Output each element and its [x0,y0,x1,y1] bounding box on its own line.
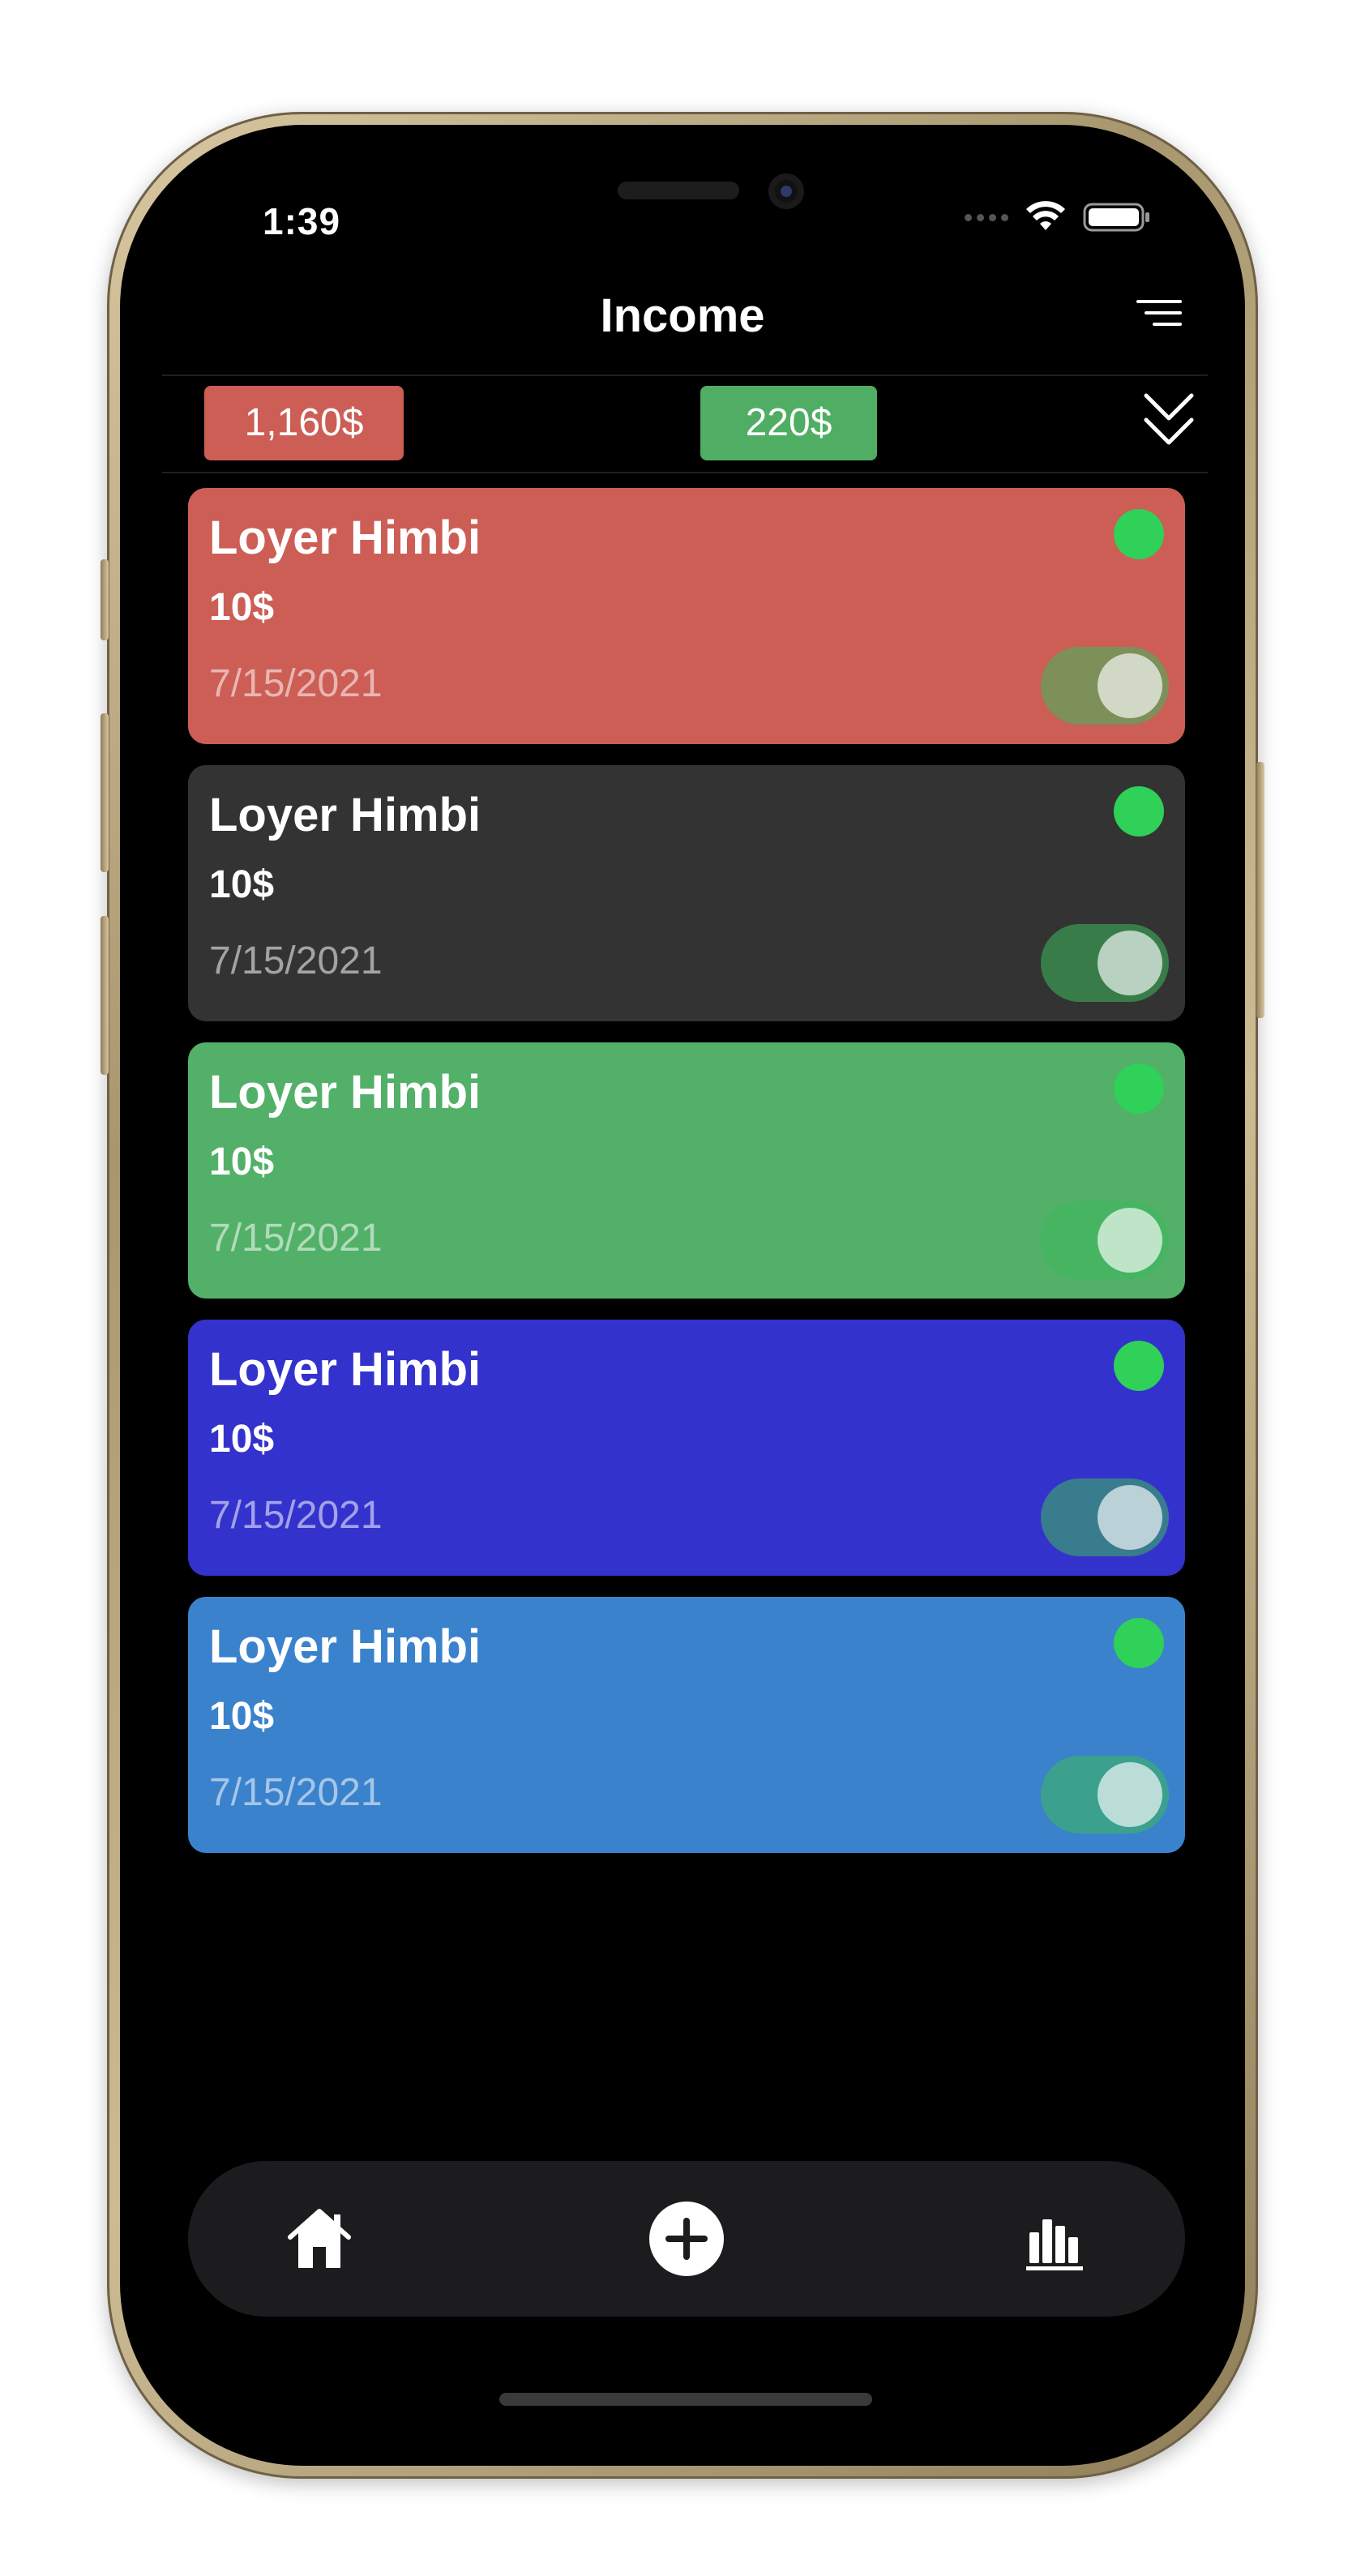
card-amount: 10$ [209,1695,275,1738]
phone-power-button [1256,762,1264,1018]
paid-toggle[interactable] [1041,1478,1169,1556]
wifi-icon [1026,201,1065,230]
phone-volume-down-button [101,916,109,1075]
toggle-knob [1098,1485,1162,1550]
card-amount: 10$ [209,1140,275,1183]
transaction-card[interactable]: Loyer Himbi 10$ 7/15/2021 [188,1042,1185,1299]
front-camera [768,173,804,209]
filter-button[interactable] [1135,293,1183,332]
card-amount: 10$ [209,586,275,629]
paid-toggle[interactable] [1041,647,1169,725]
status-dot [1114,509,1164,559]
status-dot [1114,1618,1164,1668]
toggle-knob [1098,653,1162,718]
toggle-knob [1098,1762,1162,1827]
card-title: Loyer Himbi [209,1066,481,1119]
status-icons [965,201,1151,233]
card-amount: 10$ [209,863,275,906]
card-amount: 10$ [209,1418,275,1461]
status-dot [1114,1341,1164,1391]
home-icon [288,2209,351,2268]
collapse-button[interactable] [1143,391,1195,452]
double-chevron-down-icon [1144,393,1194,445]
card-date: 7/15/2021 [209,1494,383,1537]
paid-toggle[interactable] [1041,1756,1169,1834]
expense-total-badge: 1,160$ [204,386,404,460]
status-dot [1114,786,1164,837]
add-circle-icon [649,2202,724,2276]
tab-stats[interactable] [1016,2200,1094,2278]
transaction-card[interactable]: Loyer Himbi 10$ 7/15/2021 [188,765,1185,1021]
card-title: Loyer Himbi [209,1343,481,1396]
summary-bar: 1,160$ 220$ [162,374,1208,473]
battery-icon [1083,203,1149,232]
card-title: Loyer Himbi [209,1620,481,1673]
tab-add[interactable] [648,2200,725,2278]
cellular-signal-icon [965,213,1008,221]
tab-home[interactable] [280,2200,358,2278]
card-date: 7/15/2021 [209,939,383,982]
status-dot [1114,1063,1164,1114]
phone-silent-switch [101,559,109,640]
page-title: Income [600,289,765,342]
paid-toggle[interactable] [1041,1201,1169,1279]
toggle-knob [1098,1208,1162,1273]
phone-volume-up-button [101,713,109,872]
status-time: 1:39 [263,200,341,242]
card-date: 7/15/2021 [209,1771,383,1814]
app-screen: 1:39 Income 1,160$ 220$ Loyer Himbi 10$ … [130,135,1235,2456]
home-indicator[interactable] [499,2393,872,2406]
transaction-card[interactable]: Loyer Himbi 10$ 7/15/2021 [188,1597,1185,1853]
transaction-card[interactable]: Loyer Himbi 10$ 7/15/2021 [188,488,1185,744]
transaction-card[interactable]: Loyer Himbi 10$ 7/15/2021 [188,1320,1185,1576]
bar-chart-icon [1026,2219,1083,2270]
paid-toggle[interactable] [1041,924,1169,1002]
toggle-knob [1098,931,1162,995]
card-date: 7/15/2021 [209,1217,383,1260]
card-title: Loyer Himbi [209,789,481,841]
card-date: 7/15/2021 [209,662,383,705]
bottom-tab-bar [188,2161,1185,2317]
card-title: Loyer Himbi [209,511,481,564]
earpiece-speaker [618,182,739,199]
screenshot-stage: 1:39 Income 1,160$ 220$ Loyer Himbi 10$ … [0,0,1365,2576]
filter-lines-icon [1136,300,1182,326]
income-total-badge: 220$ [700,386,877,460]
